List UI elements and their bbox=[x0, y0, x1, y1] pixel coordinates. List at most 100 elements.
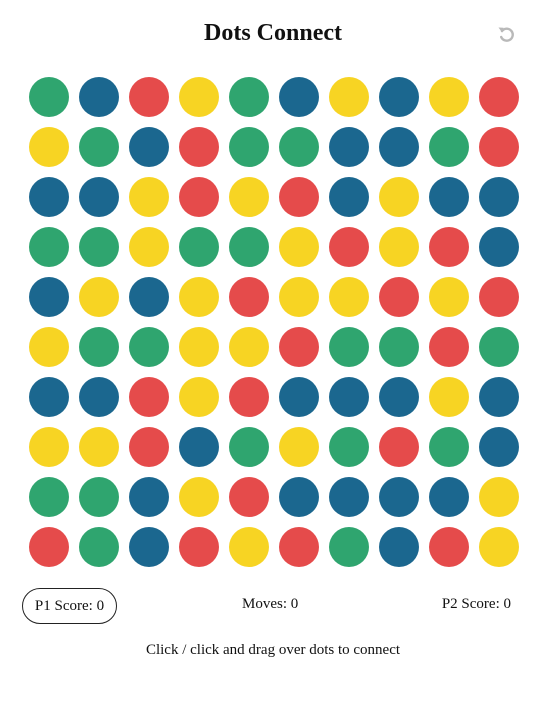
dot[interactable] bbox=[279, 527, 319, 567]
dot[interactable] bbox=[29, 77, 69, 117]
dot[interactable] bbox=[79, 327, 119, 367]
dot[interactable] bbox=[379, 227, 419, 267]
dot[interactable] bbox=[329, 227, 369, 267]
dot[interactable] bbox=[229, 427, 269, 467]
dot[interactable] bbox=[229, 377, 269, 417]
dot[interactable] bbox=[229, 127, 269, 167]
dot[interactable] bbox=[129, 377, 169, 417]
dot[interactable] bbox=[79, 127, 119, 167]
dot[interactable] bbox=[379, 427, 419, 467]
dot[interactable] bbox=[229, 327, 269, 367]
dot[interactable] bbox=[379, 177, 419, 217]
dot[interactable] bbox=[129, 327, 169, 367]
dot[interactable] bbox=[179, 527, 219, 567]
dot[interactable] bbox=[429, 227, 469, 267]
dot[interactable] bbox=[229, 77, 269, 117]
dot[interactable] bbox=[429, 327, 469, 367]
dot[interactable] bbox=[129, 427, 169, 467]
dot[interactable] bbox=[29, 277, 69, 317]
dot[interactable] bbox=[229, 227, 269, 267]
dot[interactable] bbox=[379, 127, 419, 167]
dot[interactable] bbox=[429, 477, 469, 517]
dot[interactable] bbox=[329, 277, 369, 317]
dot[interactable] bbox=[179, 427, 219, 467]
dot[interactable] bbox=[79, 277, 119, 317]
undo-icon[interactable] bbox=[496, 24, 516, 44]
dot[interactable] bbox=[279, 227, 319, 267]
dot[interactable] bbox=[229, 177, 269, 217]
dot[interactable] bbox=[429, 277, 469, 317]
dot[interactable] bbox=[479, 177, 519, 217]
dot[interactable] bbox=[179, 377, 219, 417]
dot[interactable] bbox=[29, 427, 69, 467]
dot[interactable] bbox=[29, 477, 69, 517]
dot[interactable] bbox=[329, 327, 369, 367]
dot[interactable] bbox=[179, 327, 219, 367]
dot[interactable] bbox=[479, 127, 519, 167]
dot[interactable] bbox=[179, 177, 219, 217]
dot[interactable] bbox=[129, 527, 169, 567]
dot[interactable] bbox=[79, 77, 119, 117]
dot[interactable] bbox=[179, 127, 219, 167]
dot[interactable] bbox=[479, 527, 519, 567]
dot[interactable] bbox=[329, 177, 369, 217]
dot[interactable] bbox=[179, 227, 219, 267]
dot[interactable] bbox=[129, 177, 169, 217]
dot[interactable] bbox=[279, 327, 319, 367]
dot[interactable] bbox=[79, 377, 119, 417]
dot[interactable] bbox=[329, 377, 369, 417]
dot[interactable] bbox=[179, 477, 219, 517]
dot[interactable] bbox=[179, 77, 219, 117]
dot[interactable] bbox=[379, 77, 419, 117]
dot[interactable] bbox=[129, 477, 169, 517]
dot[interactable] bbox=[29, 327, 69, 367]
dot[interactable] bbox=[329, 77, 369, 117]
dot[interactable] bbox=[479, 77, 519, 117]
dot[interactable] bbox=[479, 377, 519, 417]
dot[interactable] bbox=[429, 427, 469, 467]
dot[interactable] bbox=[29, 377, 69, 417]
dot[interactable] bbox=[129, 77, 169, 117]
dot[interactable] bbox=[279, 427, 319, 467]
dot[interactable] bbox=[179, 277, 219, 317]
dot[interactable] bbox=[29, 127, 69, 167]
dot[interactable] bbox=[229, 477, 269, 517]
dot[interactable] bbox=[429, 77, 469, 117]
dot[interactable] bbox=[79, 177, 119, 217]
dot[interactable] bbox=[479, 427, 519, 467]
dot[interactable] bbox=[429, 377, 469, 417]
dot[interactable] bbox=[279, 277, 319, 317]
dot[interactable] bbox=[279, 377, 319, 417]
dot[interactable] bbox=[129, 277, 169, 317]
dot[interactable] bbox=[229, 527, 269, 567]
dot[interactable] bbox=[29, 227, 69, 267]
dot[interactable] bbox=[279, 77, 319, 117]
dot[interactable] bbox=[379, 377, 419, 417]
dot[interactable] bbox=[279, 177, 319, 217]
dot[interactable] bbox=[379, 477, 419, 517]
dot[interactable] bbox=[429, 527, 469, 567]
dot[interactable] bbox=[479, 477, 519, 517]
dot[interactable] bbox=[329, 427, 369, 467]
dot[interactable] bbox=[29, 177, 69, 217]
dot[interactable] bbox=[329, 127, 369, 167]
dot[interactable] bbox=[79, 477, 119, 517]
dot[interactable] bbox=[279, 477, 319, 517]
dot[interactable] bbox=[479, 277, 519, 317]
dot[interactable] bbox=[379, 277, 419, 317]
dot[interactable] bbox=[129, 127, 169, 167]
dot[interactable] bbox=[379, 327, 419, 367]
dot[interactable] bbox=[329, 527, 369, 567]
dot[interactable] bbox=[429, 177, 469, 217]
dot[interactable] bbox=[79, 427, 119, 467]
dot[interactable] bbox=[79, 527, 119, 567]
dot[interactable] bbox=[229, 277, 269, 317]
dot[interactable] bbox=[79, 227, 119, 267]
dot[interactable] bbox=[329, 477, 369, 517]
dot[interactable] bbox=[479, 327, 519, 367]
dot[interactable] bbox=[429, 127, 469, 167]
dot[interactable] bbox=[379, 527, 419, 567]
dot[interactable] bbox=[479, 227, 519, 267]
dot[interactable] bbox=[29, 527, 69, 567]
dot[interactable] bbox=[279, 127, 319, 167]
